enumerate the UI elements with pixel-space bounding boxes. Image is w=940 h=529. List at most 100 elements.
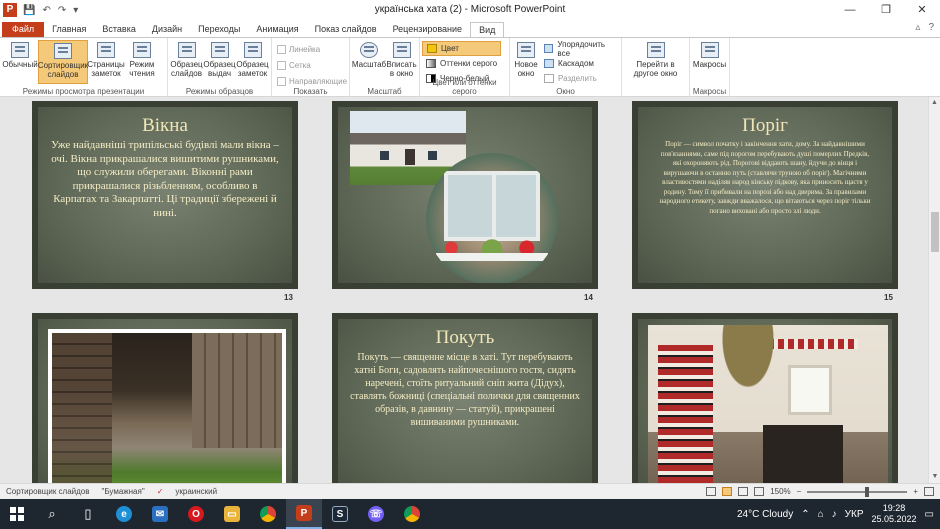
- system-tray: 24°C Cloudy ⌃ ⌂ ♪ УКР 19:28 25.05.2022 ▭: [737, 499, 934, 529]
- zoom-in-button[interactable]: +: [913, 487, 918, 496]
- reading-view-icon[interactable]: [738, 487, 749, 496]
- chrome-icon[interactable]: [250, 499, 286, 529]
- window-girls-photo: [426, 153, 558, 283]
- slide-sorter-area[interactable]: Вікна Уже найдавніші трипільські будівлі…: [0, 97, 928, 483]
- tab-transitions[interactable]: Переходы: [190, 22, 248, 37]
- checkbox-icon: [277, 60, 286, 70]
- group-presentation-views: Обычный Сортировщик слайдов Страницы зам…: [0, 38, 168, 97]
- status-bar: Сортировщик слайдов "Бумажная" ✓ украинс…: [0, 483, 940, 499]
- status-theme[interactable]: "Бумажная": [96, 487, 151, 496]
- slide-thumbnail-13[interactable]: Вікна Уже найдавніші трипільські будівлі…: [32, 101, 298, 289]
- tray-chevron-icon[interactable]: ⌃: [801, 509, 809, 520]
- network-icon[interactable]: ⌂: [818, 509, 824, 520]
- slideshow-view-icon[interactable]: [754, 487, 765, 496]
- collapse-ribbon-icon[interactable]: ▵: [915, 22, 920, 33]
- task-view-icon[interactable]: ▯: [70, 499, 106, 529]
- tab-slideshow[interactable]: Показ слайдов: [307, 22, 385, 37]
- status-language[interactable]: украинский: [169, 487, 223, 496]
- scroll-down-icon[interactable]: ▼: [929, 471, 940, 483]
- macros-button[interactable]: Макросы: [692, 40, 727, 84]
- clock[interactable]: 19:28 25.05.2022: [872, 503, 917, 525]
- fit-to-window-button[interactable]: Вписать в окно: [386, 40, 417, 84]
- tab-home[interactable]: Главная: [44, 22, 94, 37]
- edge-icon[interactable]: e: [106, 499, 142, 529]
- steam-icon[interactable]: S: [322, 499, 358, 529]
- vertical-scrollbar[interactable]: ▲ ▼: [928, 97, 940, 483]
- cascade-button[interactable]: Каскадом: [540, 56, 619, 71]
- zoom-level[interactable]: 150%: [770, 487, 790, 496]
- powerpoint-app-icon[interactable]: P: [3, 3, 17, 17]
- weather-widget[interactable]: 24°C Cloudy: [737, 509, 793, 520]
- powerpoint-icon[interactable]: P: [286, 499, 322, 529]
- language-indicator[interactable]: УКР: [845, 509, 864, 520]
- undo-icon[interactable]: ↶: [42, 5, 50, 16]
- slide-master-icon: [177, 42, 196, 58]
- slide-body: Поріг — символ початку і закінчення хати…: [659, 140, 871, 215]
- zoom-out-button[interactable]: −: [797, 487, 802, 496]
- group-label: Показать: [293, 87, 328, 96]
- tab-review[interactable]: Рецензирование: [385, 22, 471, 37]
- slide-thumbnail-16[interactable]: [32, 313, 298, 483]
- redo-icon[interactable]: ↷: [58, 5, 66, 16]
- zoom-button[interactable]: Масштаб: [352, 40, 386, 84]
- explorer-icon[interactable]: ▭: [214, 499, 250, 529]
- mail-icon[interactable]: ✉: [142, 499, 178, 529]
- slide-master-button[interactable]: Образец слайдов: [170, 40, 203, 84]
- scroll-up-icon[interactable]: ▲: [929, 97, 940, 109]
- handout-master-button[interactable]: Образец выдач: [203, 40, 236, 84]
- normal-view-button[interactable]: Обычный: [2, 40, 38, 84]
- notes-page-button[interactable]: Страницы заметок: [87, 40, 125, 84]
- new-window-button[interactable]: Новое окно: [512, 40, 540, 84]
- tab-animations[interactable]: Анимация: [248, 22, 306, 37]
- notifications-icon[interactable]: ▭: [925, 509, 934, 520]
- split-button[interactable]: Разделить: [540, 71, 619, 86]
- slide-thumbnail-18[interactable]: [632, 313, 898, 483]
- normal-view-icon[interactable]: [706, 487, 717, 496]
- ruler-checkbox[interactable]: Линейка: [274, 41, 350, 57]
- close-button[interactable]: ✕: [904, 0, 940, 20]
- slide-thumbnail-17[interactable]: Покуть Покуть — священне місце в хаті. Т…: [332, 313, 598, 483]
- qat-more-icon[interactable]: ▾: [73, 5, 78, 16]
- start-button[interactable]: [0, 499, 34, 529]
- spellcheck-icon[interactable]: ✓: [151, 487, 170, 496]
- fit-slide-icon[interactable]: [924, 487, 934, 496]
- zoom-slider-knob[interactable]: [865, 486, 870, 497]
- windows-logo-icon: [10, 507, 24, 521]
- chrome-alt-icon[interactable]: [394, 499, 430, 529]
- tab-file[interactable]: Файл: [2, 22, 45, 37]
- search-icon[interactable]: ⌕: [34, 499, 70, 529]
- sorter-view-icon[interactable]: [722, 487, 733, 496]
- tab-view[interactable]: Вид: [470, 22, 505, 37]
- slide-number: 13: [284, 293, 293, 302]
- slide-sorter-button[interactable]: Сортировщик слайдов: [38, 40, 88, 84]
- gridlines-checkbox[interactable]: Сетка: [274, 57, 350, 73]
- reading-view-button[interactable]: Режим чтения: [124, 40, 160, 84]
- help-icon[interactable]: ?: [928, 22, 934, 33]
- arrange-all-button[interactable]: Упорядочить все: [540, 40, 619, 58]
- opera-icon[interactable]: O: [178, 499, 214, 529]
- checkbox-icon: [277, 44, 286, 54]
- volume-icon[interactable]: ♪: [832, 509, 837, 520]
- group-master-views: Образец слайдов Образец выдач Образец за…: [168, 38, 272, 97]
- tab-design[interactable]: Дизайн: [144, 22, 190, 37]
- scroll-thumb[interactable]: [931, 212, 939, 252]
- group-switch-window: Перейти в другое окно: [622, 38, 690, 97]
- normal-view-icon: [11, 42, 29, 58]
- group-label: Масштаб: [367, 87, 402, 96]
- switch-window-button[interactable]: Перейти в другое окно: [624, 40, 687, 84]
- maximize-button[interactable]: ❐: [868, 0, 904, 20]
- slide-body: Уже найдавніші трипільські будівлі мали …: [51, 139, 279, 219]
- checkbox-icon: [277, 76, 286, 86]
- color-button[interactable]: Цвет: [422, 41, 502, 56]
- group-macros: Макросы Макросы: [690, 38, 730, 97]
- slide-thumbnail-14[interactable]: [332, 101, 598, 289]
- save-icon[interactable]: 💾: [23, 5, 35, 16]
- grayscale-button[interactable]: Оттенки серого: [422, 56, 501, 71]
- split-icon: [544, 74, 555, 83]
- slide-thumbnail-15[interactable]: Поріг Поріг — символ початку і закінченн…: [632, 101, 898, 289]
- viber-icon[interactable]: ☏: [358, 499, 394, 529]
- notes-master-button[interactable]: Образец заметок: [236, 40, 269, 84]
- minimize-button[interactable]: —: [832, 0, 868, 20]
- zoom-slider[interactable]: [807, 486, 908, 497]
- tab-insert[interactable]: Вставка: [94, 22, 143, 37]
